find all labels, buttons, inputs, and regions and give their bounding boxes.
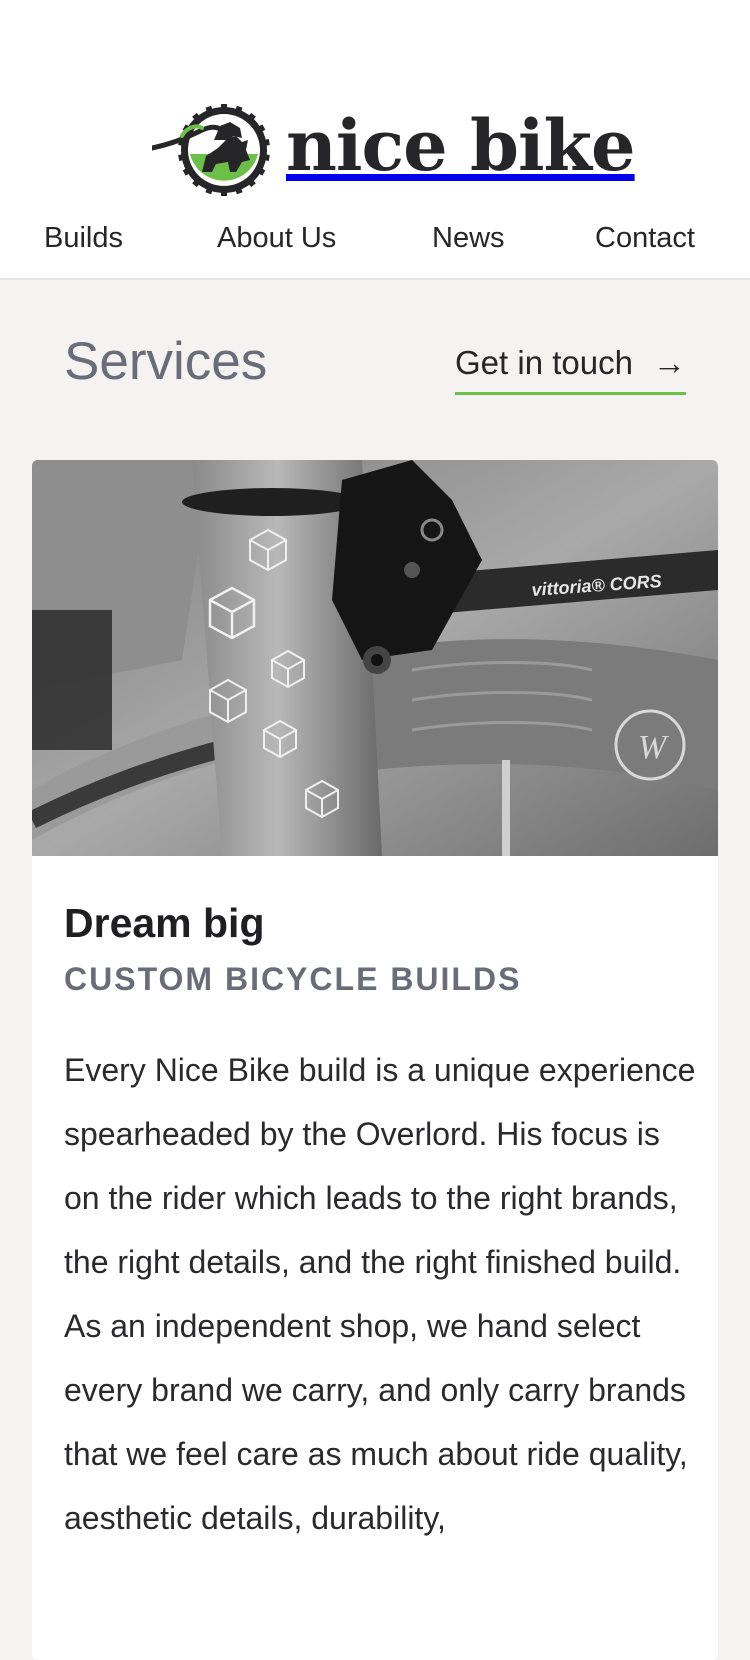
- services-header: Services Get in touch →: [0, 280, 750, 462]
- card-title: Dream big: [64, 900, 265, 946]
- site-header: nice bike Builds About Us News Contact: [0, 0, 750, 280]
- card-description: Every Nice Bike build is a unique experi…: [64, 1038, 704, 1550]
- nav-item-contact[interactable]: Contact: [595, 222, 695, 255]
- nav-item-about-us[interactable]: About Us: [217, 222, 336, 255]
- card-paragraph: As an independent shop, we hand select e…: [64, 1308, 688, 1537]
- skunk-logo-icon: [152, 104, 270, 196]
- nav-item-builds[interactable]: Builds: [44, 222, 123, 255]
- get-in-touch-label: Get in touch: [455, 344, 633, 381]
- page-title: Services: [64, 332, 268, 391]
- get-in-touch-link[interactable]: Get in touch →: [455, 344, 686, 395]
- main-nav: Builds About Us News Contact: [0, 218, 750, 264]
- card-paragraph: Every Nice Bike build is a unique experi…: [64, 1052, 696, 1281]
- bike-fork-photo: vittoria® CORS W: [32, 460, 718, 856]
- service-card: vittoria® CORS W Dream big CUSTOM BICYCL…: [32, 460, 718, 1660]
- brand-logo-link[interactable]: nice bike: [152, 104, 636, 196]
- brand-name: nice bike: [286, 104, 636, 187]
- rim-logo: W: [638, 729, 669, 766]
- arrow-right-icon: →: [653, 344, 686, 381]
- nav-item-news[interactable]: News: [432, 222, 505, 255]
- card-body: Dream big CUSTOM BICYCLE BUILDS Every Ni…: [32, 856, 718, 1550]
- card-subtitle: CUSTOM BICYCLE BUILDS: [64, 961, 522, 998]
